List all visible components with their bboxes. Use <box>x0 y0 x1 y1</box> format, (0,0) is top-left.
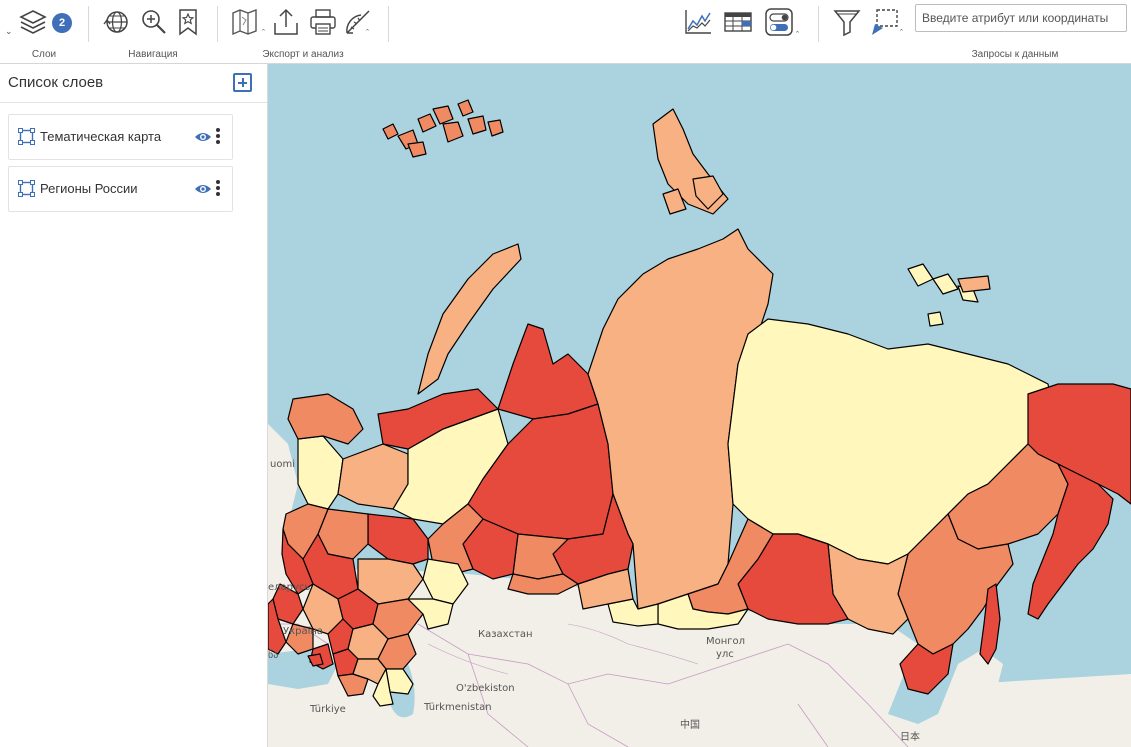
app-window: ⌄ 2 Слои Навигация ˆ ˆ Экспорт и анализ … <box>0 0 1131 747</box>
toggle-switch-icon <box>765 8 793 36</box>
print-button[interactable] <box>306 4 340 40</box>
region[interactable] <box>407 141 427 158</box>
chevron-up-icon[interactable]: ˆ <box>900 28 903 38</box>
globe-icon <box>103 11 128 33</box>
layers-panel-title: Список слоев <box>8 74 104 91</box>
map-export-button[interactable] <box>228 4 262 40</box>
region[interactable] <box>382 123 399 140</box>
zoom-in-icon <box>142 10 166 34</box>
russia-regions[interactable] <box>268 99 1131 707</box>
chevron-up-icon[interactable]: ˆ <box>366 28 369 38</box>
globe-button[interactable] <box>99 4 133 40</box>
map-label-japan: 日本 <box>900 732 920 743</box>
folded-map-icon <box>232 8 257 36</box>
layers-panel: Список слоев Тематическая карта Регионы … <box>0 64 268 747</box>
map-label-belarus: еларусь <box>268 582 311 593</box>
table-button[interactable] <box>721 4 755 40</box>
layer-item-regions[interactable]: Регионы России <box>8 166 233 212</box>
map-label-uzbekistan: O'zbekiston <box>456 683 515 694</box>
layers-icon <box>19 10 47 34</box>
eye-icon[interactable] <box>194 130 212 144</box>
layer-item-thematic-map[interactable]: Тематическая карта <box>8 114 233 160</box>
toolbar-group-layers: ⌄ 2 Слои <box>0 0 88 64</box>
chevron-down-icon[interactable]: ⌄ <box>5 26 13 37</box>
divider <box>388 6 389 42</box>
toggles-button[interactable] <box>762 4 796 40</box>
map-label-turkiye: Türkiye <box>310 704 346 715</box>
map-label-china: 中国 <box>680 720 700 731</box>
region[interactable] <box>497 323 599 420</box>
layer-name: Тематическая карта <box>40 129 162 144</box>
map-label-turkmenistan: Türkmenistan <box>424 702 492 713</box>
zoom-in-button[interactable] <box>136 4 170 40</box>
polygon-layer-icon <box>18 180 35 197</box>
line-chart-icon <box>685 10 711 34</box>
map-canvas[interactable] <box>268 64 1131 747</box>
toolbar-group-label: Запросы к данным <box>971 49 1059 60</box>
toolbar-group-label: Экспорт и анализ <box>262 49 344 60</box>
printer-icon <box>310 9 336 35</box>
layer-menu-icon[interactable] <box>214 127 222 147</box>
map-view[interactable]: uomi еларусь Україна Казахстан Монгол ул… <box>268 64 1131 747</box>
region[interactable] <box>297 435 344 510</box>
layers-panel-header: Список слоев <box>0 64 267 103</box>
add-layer-button[interactable] <box>233 73 252 92</box>
measure-button[interactable] <box>341 4 375 40</box>
selection-rectangle-icon <box>872 9 898 35</box>
map-label-kazakhstan: Казахстан <box>478 629 533 640</box>
region[interactable] <box>287 393 364 445</box>
region[interactable] <box>457 99 474 117</box>
map-label-georgia: ნა <box>268 650 279 661</box>
map-label-mongolia-2: улс <box>716 649 734 660</box>
chevron-up-icon[interactable]: ˆ <box>262 28 265 38</box>
region[interactable] <box>487 119 504 137</box>
chart-button[interactable] <box>681 4 715 40</box>
region[interactable] <box>932 273 959 295</box>
bookmark-star-icon <box>179 9 197 36</box>
region[interactable] <box>467 115 487 135</box>
region[interactable] <box>907 263 934 287</box>
upload-icon <box>274 8 298 35</box>
region[interactable] <box>337 443 409 510</box>
toolbar-group-queries: ˆ Запросы к данным <box>819 0 1131 64</box>
toolbar-group-export: ˆ ˆ Экспорт и анализ <box>218 0 388 64</box>
select-area-button[interactable] <box>868 4 902 40</box>
eye-icon[interactable] <box>194 182 212 196</box>
layers-count-badge: 2 <box>52 13 72 33</box>
table-icon <box>724 12 752 32</box>
region[interactable] <box>442 121 464 143</box>
toolbar-group-label: Навигация <box>128 49 178 60</box>
layers-button[interactable] <box>16 4 50 40</box>
layer-name: Регионы России <box>40 181 138 196</box>
filter-button[interactable] <box>830 4 864 40</box>
chevron-up-icon[interactable]: ˆ <box>796 30 799 40</box>
bookmark-button[interactable] <box>171 4 205 40</box>
map-label-suomi: uomi <box>270 459 295 470</box>
region[interactable] <box>367 513 429 565</box>
region[interactable] <box>417 243 522 395</box>
region[interactable] <box>417 113 437 133</box>
region[interactable] <box>927 311 944 327</box>
toolbar-group-label: Слои <box>31 49 57 60</box>
polygon-layer-icon <box>18 128 35 145</box>
search-input[interactable] <box>915 4 1127 32</box>
region[interactable] <box>432 105 454 125</box>
layer-menu-icon[interactable] <box>214 179 222 199</box>
region[interactable] <box>957 275 991 293</box>
toolbar: ⌄ 2 Слои Навигация ˆ ˆ Экспорт и анализ … <box>0 0 1131 64</box>
map-label-ukraine: Україна <box>283 626 324 637</box>
upload-button[interactable] <box>269 4 303 40</box>
map-label-mongolia-1: Монгол <box>706 636 746 647</box>
filter-funnel-icon <box>833 10 861 37</box>
toolbar-group-navigation: Навигация <box>89 0 217 64</box>
